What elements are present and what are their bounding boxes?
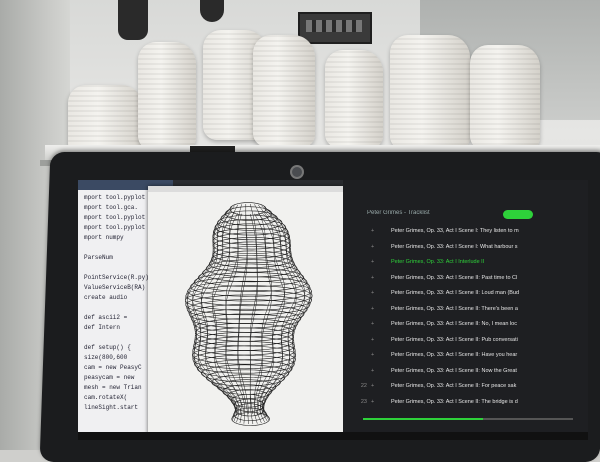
track-title: Peter Grimes, Op. 33: Act I Scene II: Pa… xyxy=(391,274,518,281)
add-track-icon[interactable]: + xyxy=(371,337,374,343)
taskbar xyxy=(78,432,588,440)
track-title: Peter Grimes, Op. 33, Act I Scene I: The… xyxy=(391,228,519,234)
seek-bar-progress[interactable] xyxy=(363,418,483,420)
mesh-viewer-window[interactable] xyxy=(148,186,343,440)
add-track-icon[interactable]: + xyxy=(371,228,374,234)
track-number: 23 xyxy=(360,398,367,405)
add-track-icon[interactable]: + xyxy=(371,306,374,312)
seek-bar-track[interactable] xyxy=(482,418,573,420)
track-title: Peter Grimes, Op. 33: Act I Scene II: Ha… xyxy=(391,352,518,358)
add-track-icon[interactable]: + xyxy=(371,244,374,250)
track-row[interactable]: + Peter Grimes, Op. 33: Act I Interlude I… xyxy=(351,259,581,273)
printed-vase xyxy=(138,42,196,150)
track-row[interactable]: + Peter Grimes, Op. 33: Act I Scene II: P… xyxy=(351,337,581,351)
track-title: Peter Grimes, Op. 33: Act I Scene II: Th… xyxy=(391,305,518,312)
track-row[interactable]: + Peter Grimes, Op. 33: Act I Scene II: N… xyxy=(351,321,581,335)
track-row[interactable]: + Peter Grimes, Op. 33: Act I Scene II: H… xyxy=(351,352,581,366)
track-number: 22 xyxy=(360,383,367,389)
track-title: Peter Grimes, Op. 33: Act I Scene II: No… xyxy=(391,321,517,327)
add-track-icon[interactable]: + xyxy=(371,290,374,296)
add-track-icon[interactable]: + xyxy=(371,275,374,281)
boot-prop xyxy=(118,0,148,40)
track-row[interactable]: + Peter Grimes, Op. 33: Act I Scene II: N… xyxy=(351,368,581,382)
track-row[interactable]: 22 + Peter Grimes, Op. 33: Act I Scene II:… xyxy=(351,383,581,397)
add-track-icon[interactable]: + xyxy=(371,399,374,405)
printed-vase xyxy=(253,35,315,147)
track-row[interactable]: + Peter Grimes, Op. 33: Act I Scene I: Wh… xyxy=(351,244,581,258)
wireframe-vase-mesh xyxy=(184,202,313,426)
music-player-window[interactable]: Peter Grimes - Tracklist + Peter Grimes, … xyxy=(343,180,588,440)
play-all-button[interactable] xyxy=(503,210,533,219)
track-title: Peter Grimes, Op. 33: Act I Scene I: Wha… xyxy=(391,243,518,250)
robot-model xyxy=(298,12,372,44)
track-row[interactable]: + Peter Grimes, Op. 33, Act I Scene I: Th… xyxy=(351,228,581,242)
printed-vase xyxy=(325,50,383,148)
track-row[interactable]: + Peter Grimes, Op. 33: Act I Scene II: T… xyxy=(351,306,581,320)
add-track-icon[interactable]: + xyxy=(371,368,374,374)
printed-vase xyxy=(390,35,470,150)
track-title: Peter Grimes, Op. 33: Act I Scene II: Fo… xyxy=(391,383,517,389)
track-row[interactable]: + Peter Grimes, Op. 33: Act I Scene II: P… xyxy=(351,275,581,289)
add-track-icon[interactable]: + xyxy=(371,259,374,265)
playlist-header: Peter Grimes - Tracklist xyxy=(367,210,430,216)
track-row[interactable]: 23 + Peter Grimes, Op. 33: Act I Scene II:… xyxy=(351,399,581,413)
track-row[interactable]: + Peter Grimes, Op. 33: Act I Scene II: L… xyxy=(351,290,581,304)
add-track-icon[interactable]: + xyxy=(371,352,374,358)
camera-icon xyxy=(290,165,304,179)
add-track-icon[interactable]: + xyxy=(371,321,374,327)
track-title: Peter Grimes, Op. 33: Act I Interlude II xyxy=(391,259,485,265)
track-title: Peter Grimes, Op. 33: Act I Scene II: Th… xyxy=(391,398,518,405)
track-title: Peter Grimes, Op. 33: Act I Scene II: Lo… xyxy=(391,290,520,296)
add-track-icon[interactable]: + xyxy=(371,383,374,389)
printed-vase xyxy=(470,45,540,150)
track-title: Peter Grimes, Op. 33: Act I Scene II: No… xyxy=(391,367,517,374)
track-title: Peter Grimes, Op. 33: Act I Scene II: Pu… xyxy=(391,336,518,343)
tablet-screen: mport tool.pyplot mport tool.gca. mport to… xyxy=(78,180,588,440)
mesh-ring xyxy=(185,294,311,316)
viewer-title-bar xyxy=(148,186,343,192)
